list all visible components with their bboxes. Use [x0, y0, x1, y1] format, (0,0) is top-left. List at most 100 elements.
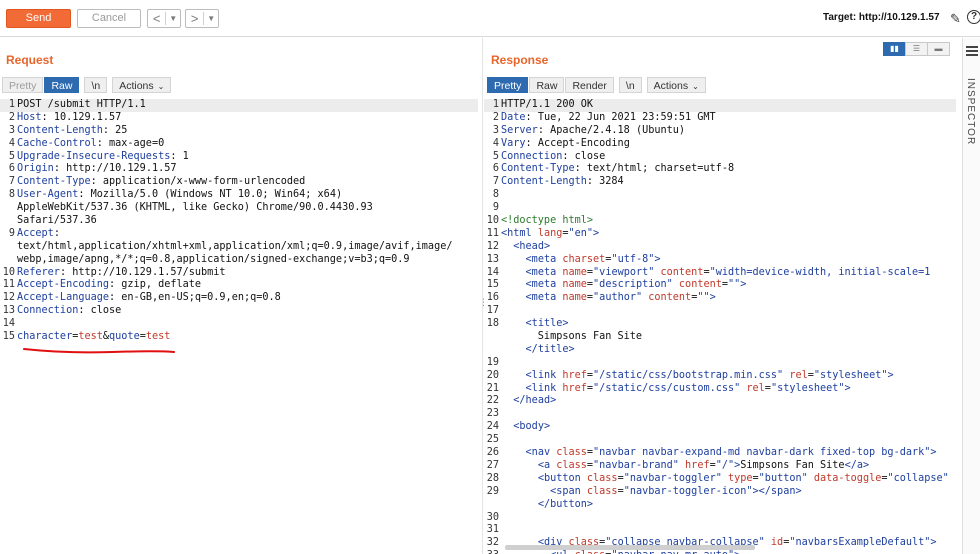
code-line[interactable]: 5 Upgrade-Insecure-Requests: 1 — [0, 151, 478, 164]
param-name: quote — [109, 331, 140, 343]
code-line[interactable]: 15 <meta name="description" content=""> — [484, 279, 956, 292]
history-back-button[interactable]: < ▼ — [147, 9, 181, 28]
code-line[interactable]: </button> — [484, 499, 956, 512]
chevron-down-icon[interactable]: ▼ — [166, 14, 180, 23]
code-line[interactable]: 22 </head> — [484, 395, 956, 408]
code-line[interactable]: 20 <link href="/static/css/bootstrap.min… — [484, 370, 956, 383]
code-line[interactable]: 4 Cache-Control: max-age=0 — [0, 138, 478, 151]
code-line[interactable]: 14 <meta name="viewport" content="width=… — [484, 267, 956, 280]
code-line[interactable]: 26 <nav class="navbar navbar-expand-md n… — [484, 447, 956, 460]
code-line[interactable]: 28 <button class="navbar-toggler" type="… — [484, 473, 956, 486]
menu-icon[interactable] — [966, 46, 978, 58]
code-line[interactable]: 9 — [484, 202, 956, 215]
code-line[interactable]: 4 Vary: Accept-Encoding — [484, 138, 956, 151]
pencil-icon[interactable]: ✎ — [950, 11, 961, 27]
code-line[interactable]: 19 — [484, 357, 956, 370]
history-forward-button[interactable]: > ▼ — [185, 9, 219, 28]
chevron-down-icon[interactable]: ▼ — [204, 14, 218, 23]
code-line[interactable]: 3 Content-Length: 25 — [0, 125, 478, 138]
code-line[interactable]: 1 POST /submit HTTP/1.1 — [0, 99, 478, 112]
html-attribute: class — [586, 472, 618, 484]
code-line[interactable]: AppleWebKit/537.36 (KHTML, like Gecko) C… — [0, 202, 478, 215]
code-line[interactable]: 12 <head> — [484, 241, 956, 254]
request-tab-raw[interactable]: Raw — [44, 77, 80, 93]
code-line[interactable]: Safari/537.36 — [0, 215, 478, 228]
header-value: Accept-Encoding — [531, 137, 630, 149]
code-line[interactable]: text/html,application/xhtml+xml,applicat… — [0, 241, 478, 254]
html-text — [501, 395, 513, 406]
code-line[interactable]: 1 HTTP/1.1 200 OK — [484, 99, 956, 112]
code-line[interactable]: 13 Connection: close — [0, 305, 478, 318]
line-number — [0, 241, 17, 254]
code-line[interactable]: webp,image/apng,*/*;q=0.8,application/si… — [0, 254, 478, 267]
response-tab-render[interactable]: Render — [565, 77, 614, 93]
code-line[interactable]: 31 — [484, 524, 956, 537]
code-line[interactable]: 3 Server: Apache/2.4.18 (Ubuntu) — [484, 125, 956, 138]
code-line[interactable]: 6 Origin: http://10.129.1.57 — [0, 163, 478, 176]
response-editor[interactable]: 1 HTTP/1.1 200 OK 2 Date: Tue, 22 Jun 2021 … — [484, 99, 956, 554]
line-content: Content-Length: 3284 — [501, 176, 624, 189]
line-content: <span class="navbar-toggler-icon"></span… — [501, 486, 802, 499]
code-line[interactable]: 17 — [484, 305, 956, 318]
code-line[interactable]: 11 <html lang="en"> — [484, 228, 956, 241]
code-line[interactable]: 12 Accept-Language: en-GB,en-US;q=0.9,en;… — [0, 292, 478, 305]
code-line[interactable]: 30 — [484, 512, 956, 525]
html-tag: <head> — [513, 240, 551, 252]
code-line[interactable]: 2 Date: Tue, 22 Jun 2021 23:59:51 GMT — [484, 112, 956, 125]
cancel-button[interactable]: Cancel — [77, 9, 141, 28]
code-line[interactable]: 16 <meta name="author" content=""> — [484, 292, 956, 305]
code-line[interactable]: 13 <meta charset="utf-8"> — [484, 254, 956, 267]
code-line[interactable]: 7 Content-Type: application/x-www-form-ur… — [0, 176, 478, 189]
header-name: Upgrade-Insecure-Requests — [17, 150, 171, 162]
help-icon[interactable]: ? — [967, 10, 980, 24]
response-tab-actions[interactable]: Actions ⌄ — [646, 77, 706, 93]
request-tab-pretty[interactable]: Pretty — [2, 77, 44, 93]
layout-single-button[interactable]: ▬ — [927, 42, 950, 56]
code-line[interactable]: 8 User-Agent: Mozilla/5.0 (Windows NT 10.… — [0, 189, 478, 202]
code-line[interactable]: 6 Content-Type: text/html; charset=utf-8 — [484, 163, 956, 176]
code-line[interactable]: </title> — [484, 344, 956, 357]
send-button[interactable]: Send — [6, 9, 71, 28]
code-line[interactable]: 21 <link href="/static/css/custom.css" r… — [484, 383, 956, 396]
pane-divider[interactable] — [482, 38, 483, 554]
inspector-sidebar[interactable]: INSPECTOR — [962, 38, 980, 554]
code-line[interactable]: 18 <title> — [484, 318, 956, 331]
layout-stacked-button[interactable]: ☰ — [905, 42, 928, 56]
request-tab-actions[interactable]: Actions ⌄ — [112, 77, 172, 93]
code-line[interactable]: 33 <ul class="navbar-nav mr-auto"> — [484, 550, 956, 554]
code-line[interactable]: 14 — [0, 318, 478, 331]
header-name: Connection — [17, 305, 79, 317]
inspector-label[interactable]: INSPECTOR — [965, 78, 976, 145]
code-line[interactable]: 10 <!doctype html> — [484, 215, 956, 228]
layout-side-by-side-button[interactable]: ▮▮ — [883, 42, 906, 56]
request-tab-newline[interactable]: \n — [84, 77, 108, 93]
code-line[interactable]: 11 Accept-Encoding: gzip, deflate — [0, 279, 478, 292]
line-number: 5 — [8, 150, 15, 162]
code-line[interactable]: 29 <span class="navbar-toggler-icon"></s… — [484, 486, 956, 499]
html-attribute-value: "viewport" — [593, 266, 661, 278]
code-line[interactable]: 9 Accept: — [0, 228, 478, 241]
code-line[interactable]: 27 <a class="navbar-brand" href="/">Simp… — [484, 460, 956, 473]
response-tab-raw[interactable]: Raw — [529, 77, 565, 93]
code-line[interactable]: 15 character=test&quote=test — [0, 331, 478, 344]
code-line[interactable]: 10 Referer: http://10.129.1.57/submit — [0, 267, 478, 280]
code-line[interactable]: Simpsons Fan Site — [484, 331, 956, 344]
code-line[interactable]: 23 — [484, 408, 956, 421]
horizontal-scrollbar[interactable] — [505, 545, 755, 550]
code-line[interactable]: 5 Connection: close — [484, 151, 956, 164]
line-number: 7 — [492, 176, 499, 188]
response-tab-newline[interactable]: \n — [618, 77, 642, 93]
code-line[interactable]: 8 — [484, 189, 956, 202]
line-number: 26 — [486, 447, 499, 459]
code-line[interactable]: 25 — [484, 434, 956, 447]
code-line[interactable]: 7 Content-Length: 3284 — [484, 176, 956, 189]
request-editor[interactable]: 1 POST /submit HTTP/1.1 2 Host: 10.129.1.57… — [0, 99, 478, 554]
red-underline-annotation — [23, 348, 175, 354]
param-value: test — [145, 331, 171, 343]
line-number: 4 — [492, 137, 499, 149]
response-tab-pretty[interactable]: Pretty — [487, 77, 529, 93]
code-line[interactable]: 24 <body> — [484, 421, 956, 434]
line-content: </button> — [501, 499, 593, 512]
code-line[interactable]: 2 Host: 10.129.1.57 — [0, 112, 478, 125]
line-content: <link href="/static/css/custom.css" rel=… — [501, 383, 851, 396]
